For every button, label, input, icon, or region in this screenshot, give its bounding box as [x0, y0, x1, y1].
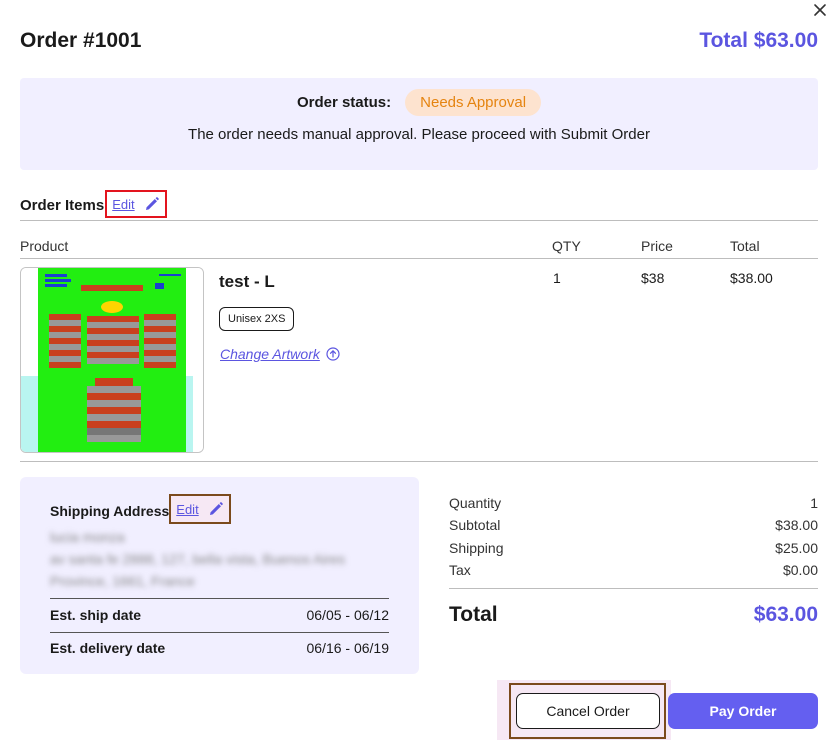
summary-quantity-value: 1 [810, 495, 818, 511]
est-ship-date-label: Est. ship date [50, 607, 142, 623]
address-line: lucia monza [50, 529, 125, 545]
change-artwork-link[interactable]: Change Artwork [220, 346, 340, 362]
divider [50, 598, 389, 599]
divider [20, 220, 818, 221]
summary-total-label: Total [449, 603, 498, 626]
product-artwork-thumbnail[interactable] [20, 267, 204, 453]
column-header-price: Price [641, 238, 673, 254]
shipping-header: Shipping Address Edit [50, 494, 231, 524]
pay-order-button[interactable]: Pay Order [668, 693, 818, 729]
change-artwork-label[interactable]: Change Artwork [220, 346, 320, 362]
column-header-total: Total [730, 238, 760, 254]
summary-tax-label: Tax [449, 562, 471, 578]
summary-tax-value: $0.00 [782, 562, 818, 578]
est-delivery-date-value: 06/16 - 06/19 [306, 640, 389, 656]
order-items-header: Order Items Edit [20, 190, 167, 218]
summary-quantity-label: Quantity [449, 495, 502, 511]
status-badge: Needs Approval [405, 89, 542, 116]
upload-circle-icon [326, 347, 340, 361]
column-header-qty: QTY [552, 238, 581, 254]
est-delivery-date-label: Est. delivery date [50, 640, 166, 656]
item-price: $38 [641, 270, 665, 286]
order-items-edit-link[interactable]: Edit [112, 197, 134, 212]
order-title: Order #1001 [20, 29, 142, 52]
close-button[interactable] [812, 2, 828, 18]
divider [20, 461, 818, 462]
order-status-label: Order status: [296, 94, 392, 111]
size-chip: Unisex 2XS [219, 307, 295, 331]
close-icon [814, 4, 826, 16]
pencil-icon[interactable] [209, 502, 223, 516]
shipping-edit-link[interactable]: Edit [176, 502, 198, 517]
divider [449, 588, 818, 589]
shipping-edit-highlight: Edit [169, 494, 231, 524]
order-items-title: Order Items [20, 196, 105, 214]
summary-subtotal-label: Subtotal [449, 517, 501, 533]
summary-subtotal-value: $38.00 [775, 517, 818, 533]
summary-shipping-value: $25.00 [775, 540, 818, 556]
summary-total-value: $63.00 [753, 603, 818, 626]
divider [20, 258, 818, 259]
cancel-order-button[interactable]: Cancel Order [516, 693, 660, 729]
summary-shipping-label: Shipping [449, 540, 504, 556]
shipping-panel: Shipping Address Edit lucia monza av san… [20, 477, 419, 674]
divider [50, 632, 389, 633]
order-status-panel: Order status: Needs Approval The order n… [20, 78, 818, 170]
address-line: av santa fe 2888, 127, bella vista, Buen… [50, 551, 345, 567]
shipping-title: Shipping Address [50, 502, 170, 519]
item-total: $38.00 [730, 270, 773, 286]
est-ship-date-value: 06/05 - 06/12 [306, 607, 389, 623]
item-qty: 1 [553, 270, 561, 286]
order-items-edit-highlight: Edit [105, 190, 167, 218]
status-message: The order needs manual approval. Please … [188, 126, 650, 143]
column-header-product: Product [20, 238, 69, 254]
product-name: test - L [219, 272, 275, 291]
order-total-header: Total $63.00 [699, 29, 818, 52]
address-line: Province, 1661, France [50, 573, 195, 589]
pencil-icon[interactable] [145, 197, 159, 211]
